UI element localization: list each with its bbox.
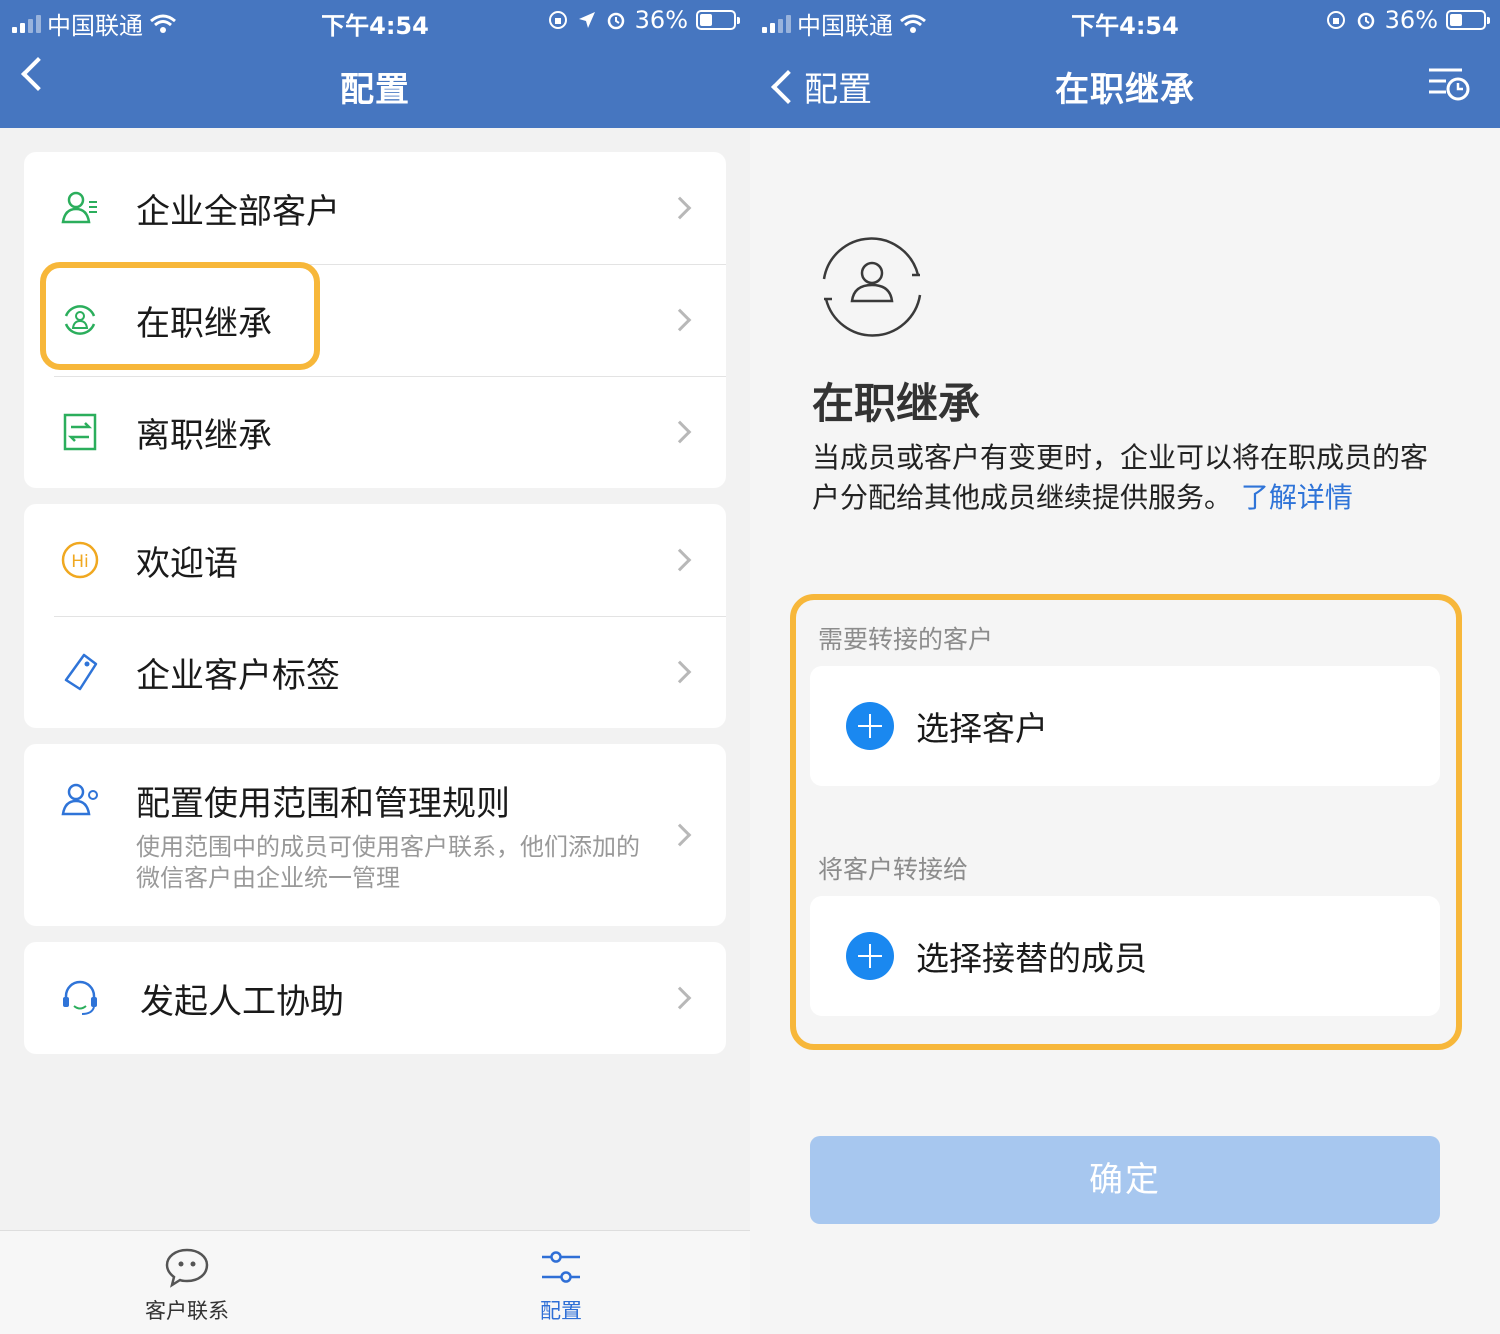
onjob-inherit-hero-icon [822,237,922,337]
battery-icon [1446,10,1490,30]
menu-item-sublabel: 使用范围中的成员可使用客户联系，他们添加的微信客户由企业统一管理 [136,833,640,892]
menu-item-label: 离职继承 [136,415,272,456]
chevron-right-icon [668,196,692,220]
menu-item-welcome-message[interactable]: Hi 欢迎语 [24,504,726,616]
menu-item-label: 企业客户标签 [136,655,340,696]
menu-item-label: 配置使用范围和管理规则 [136,784,510,824]
menu-item-label: 发起人工协助 [140,981,344,1022]
history-list-icon[interactable] [1426,64,1470,104]
menu-item-all-customers[interactable]: 企业全部客户 [24,152,726,264]
menu-group-support: 发起人工协助 [24,942,726,1054]
plus-icon [846,932,894,980]
tab-customer-contact[interactable]: 客户联系 [97,1247,277,1325]
menu-item-human-assist[interactable]: 发起人工协助 [24,942,726,1054]
select-customer-label: 选择客户 [916,709,1048,748]
learn-more-link[interactable]: 了解详情 [1241,481,1353,514]
select-member-label: 选择接替的成员 [916,939,1147,978]
menu-item-label: 在职继承 [136,303,272,344]
onjob-inherit-icon [64,305,96,335]
battery-icon [696,10,740,30]
nav-bar: 中国联通 下午4:54 36% 配置 [0,0,750,128]
chevron-right-icon [668,308,692,332]
rotation-lock-icon [1326,11,1345,29]
page-title: 在职继承 [1055,70,1195,110]
svg-text:Hi: Hi [71,552,89,572]
headset-icon [63,980,97,1015]
menu-group-customers: 企业全部客户 在职继承 离职继承 [24,152,726,488]
battery-percent: 36% [634,6,688,34]
chevron-right-icon [668,420,692,444]
chevron-right-icon [668,660,692,684]
select-customer-button[interactable]: 选择客户 [810,666,1440,786]
hi-icon: Hi [61,541,99,579]
alarm-icon [1357,12,1374,30]
member-settings-icon [61,783,98,816]
chat-bubble-icon [165,1248,209,1288]
tab-config[interactable]: 配置 [471,1247,651,1325]
section-label-customers: 需要转接的客户 [818,625,994,654]
battery-percent: 36% [1384,6,1438,34]
plus-icon [846,702,894,750]
menu-group-rules: 配置使用范围和管理规则 使用范围中的成员可使用客户联系，他们添加的微信客户由企业… [24,744,726,926]
status-bar: 中国联通 下午4:54 36% [0,0,750,42]
tab-label: 配置 [540,1299,582,1323]
menu-item-onjob-inherit[interactable]: 在职继承 [24,264,726,376]
sliders-icon [542,1251,580,1283]
hero-title: 在职继承 [812,379,981,428]
tag-icon [64,653,98,691]
chevron-right-icon [668,548,692,572]
menu-item-label: 企业全部客户 [136,191,340,232]
page-title: 配置 [340,70,410,110]
tab-bar: 客户联系 配置 [0,1230,750,1334]
tab-label: 客户联系 [145,1299,229,1323]
menu-item-customer-tags[interactable]: 企业客户标签 [24,616,726,728]
select-member-button[interactable]: 选择接替的成员 [810,896,1440,1016]
menu-item-usage-rules[interactable]: 配置使用范围和管理规则 使用范围中的成员可使用客户联系，他们添加的微信客户由企业… [24,744,726,926]
chevron-right-icon [668,986,692,1010]
resign-transfer-icon [63,413,97,451]
menu-group-messaging: Hi 欢迎语 企业客户标签 [24,504,726,728]
menu-item-resign-inherit[interactable]: 离职继承 [24,376,726,488]
menu-item-label: 欢迎语 [136,543,238,584]
chevron-right-icon [668,823,692,847]
section-label-transfer-to: 将客户转接给 [818,855,969,884]
nav-bar: 中国联通 下午4:54 36% 配置 在职继承 [750,0,1500,128]
config-screen: 中国联通 下午4:54 36% 配置 企业全部客户 在职继承 离职继承 Hi 欢… [0,0,750,1334]
customer-list-icon [61,191,97,224]
alarm-icon [607,12,624,30]
hero-description: 当成员或客户有变更时，企业可以将在职成员的客户分配给其他成员继续提供服务。 了解… [812,438,1452,518]
location-icon [578,12,595,28]
rotation-lock-icon [548,11,567,29]
onjob-inherit-screen: 中国联通 下午4:54 36% 配置 在职继承 在职继承 当成员或客户有变更时，… [750,0,1500,1334]
confirm-button[interactable]: 确定 [810,1136,1440,1224]
status-bar: 中国联通 下午4:54 36% [750,0,1500,42]
